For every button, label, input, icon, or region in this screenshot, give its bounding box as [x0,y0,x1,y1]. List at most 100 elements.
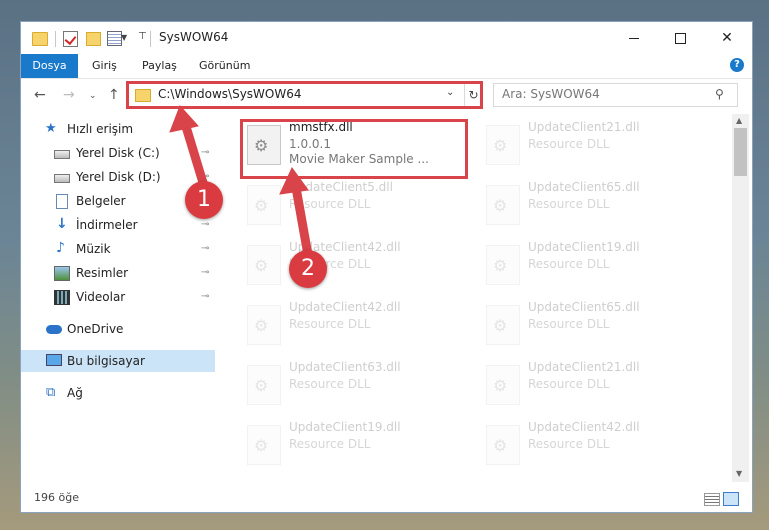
window-title: SysWOW64 [159,30,229,44]
pin-icon[interactable]: ⊸ [201,291,209,302]
file-name: UpdateClient5.dll [289,180,393,194]
sidebar-item-network[interactable]: ⧉ Ağ [21,382,215,404]
navigation-pane: ★ Hızlı erişim Yerel Disk (C:) ⊸ Yerel D… [21,114,215,482]
back-arrow-icon[interactable]: ← [34,87,46,103]
close-icon: ✕ [721,30,733,46]
step-2-badge: 2 [289,250,327,288]
pin-icon[interactable]: ⊸ [201,267,209,278]
sidebar-item-this-pc[interactable]: Bu bilgisayar [21,350,215,372]
pin-icon[interactable]: ⊸ [201,219,209,230]
file-name: UpdateClient65.dll [528,300,640,314]
toolbar-separator [55,31,56,47]
properties-check-icon[interactable] [63,31,78,47]
recent-locations-chevron-icon[interactable]: ⌄ [89,91,97,101]
file-tile[interactable]: UpdateClient65.dll Resource DLL [478,177,708,235]
file-tile[interactable]: UpdateClient65.dll Resource DLL [478,297,708,355]
scroll-down-icon[interactable]: ▼ [736,469,742,478]
file-tile[interactable]: UpdateClient42.dll Resource DLL [239,237,469,295]
dll-file-icon [486,365,520,405]
details-view-icon[interactable] [704,493,720,506]
file-tile[interactable]: UpdateClient21.dll Resource DLL [478,357,708,415]
close-button[interactable]: ✕ [704,22,750,54]
file-tile[interactable]: UpdateClient19.dll Resource DLL [478,237,708,295]
dll-file-icon [247,425,281,465]
sidebar-item-onedrive[interactable]: OneDrive [21,318,215,340]
tab-share[interactable]: Paylaş [142,54,177,78]
pin-icon[interactable]: ⊸ [201,147,209,158]
star-icon: ★ [45,121,57,136]
scroll-up-icon[interactable]: ▲ [736,116,742,125]
file-name: UpdateClient21.dll [528,360,640,374]
sidebar-item-pictures[interactable]: Resimler ⊸ [21,262,215,284]
sidebar-item-disk-c[interactable]: Yerel Disk (C:) ⊸ [21,142,215,164]
sidebar-item-label: Belgeler [76,194,126,208]
file-description: Resource DLL [528,437,610,451]
file-description: Resource DLL [528,377,610,391]
toolbar-separator [150,31,151,47]
scrollbar-thumb[interactable] [734,128,747,176]
sidebar-item-label: OneDrive [67,322,124,336]
sidebar-item-label: Müzik [76,242,111,256]
drive-icon [54,150,70,159]
file-description: Resource DLL [289,317,371,331]
minimize-button[interactable] [611,22,657,54]
file-tile[interactable]: UpdateClient21.dll Resource DLL [478,117,708,175]
maximize-button[interactable] [657,22,703,54]
customize-toolbar-icon[interactable]: ⊤ [138,31,147,47]
file-tile[interactable]: UpdateClient42.dll Resource DLL [478,417,708,475]
sidebar-item-label: Videolar [76,290,126,304]
dll-file-icon [486,125,520,165]
folder-icon [32,32,48,46]
dll-file-icon [486,425,520,465]
file-description: Resource DLL [528,257,610,271]
sidebar-item-label: Ağ [67,386,83,400]
maximize-icon [674,32,686,44]
sidebar-item-label: Yerel Disk (C:) [76,146,160,160]
network-icon: ⧉ [46,385,56,400]
file-highlight-box [240,119,468,179]
search-icon[interactable]: ⚲ [715,87,724,101]
file-name: UpdateClient19.dll [289,420,401,434]
forward-arrow-icon[interactable]: → [63,87,75,103]
file-name: UpdateClient19.dll [528,240,640,254]
properties-icon[interactable] [107,31,122,46]
music-icon: ♪ [56,240,65,256]
help-icon[interactable]: ? [730,58,744,72]
computer-icon [46,354,62,366]
sidebar-item-videos[interactable]: Videolar ⊸ [21,286,215,308]
quick-access-dropdown-icon[interactable]: ▼ [121,33,127,49]
search-input[interactable]: Ara: SysWOW64 ⚲ [493,83,738,107]
file-tile[interactable]: UpdateClient19.dll Resource DLL [239,417,469,475]
file-name: UpdateClient42.dll [289,300,401,314]
sidebar-item-label: Resimler [76,266,129,280]
file-description: Resource DLL [528,197,610,211]
file-tile[interactable]: UpdateClient42.dll Resource DLL [239,297,469,355]
up-arrow-icon[interactable]: ↑ [108,87,120,103]
file-name: UpdateClient21.dll [528,120,640,134]
file-tile[interactable]: UpdateClient63.dll Resource DLL [239,357,469,415]
search-placeholder: Ara: SysWOW64 [502,87,600,101]
pictures-icon [54,266,70,281]
step-1-badge: 1 [185,181,223,219]
file-description: Resource DLL [289,197,371,211]
minimize-icon [629,37,639,39]
title-bar: ▼ ⊤ SysWOW64 ✕ [21,22,752,54]
sidebar-item-label: İndirmeler [76,218,138,232]
ribbon-tabs: Dosya Giriş Paylaş Görünüm ⌄ [21,54,752,101]
file-tile[interactable]: UpdateClient5.dll Resource DLL [239,177,469,235]
pin-icon[interactable]: ⊸ [201,243,209,254]
vertical-scrollbar[interactable]: ▲ ▼ [732,114,749,482]
tab-home[interactable]: Giriş [92,54,117,78]
file-description: Resource DLL [528,137,610,151]
sidebar-item-label: Hızlı erişim [67,122,134,136]
sidebar-item-music[interactable]: ♪ Müzik ⊸ [21,238,215,260]
tab-file[interactable]: Dosya [21,54,78,78]
file-description: Resource DLL [289,437,371,451]
new-folder-icon[interactable] [86,32,101,46]
sidebar-item-downloads[interactable]: ↓ İndirmeler ⊸ [21,214,215,236]
tiles-view-icon[interactable] [723,492,739,506]
dll-file-icon [247,245,281,285]
tab-view[interactable]: Görünüm [199,54,250,78]
sidebar-item-disk-d[interactable]: Yerel Disk (D:) ⊸ [21,166,215,188]
sidebar-item-quick-access[interactable]: ★ Hızlı erişim [21,118,215,140]
